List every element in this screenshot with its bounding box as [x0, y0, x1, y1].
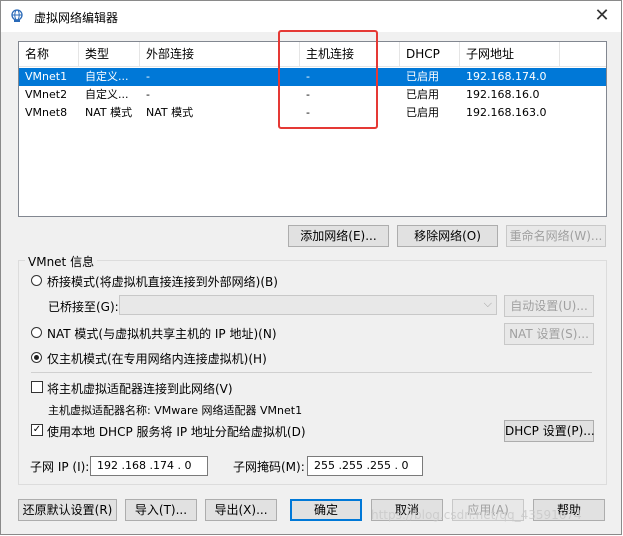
rename-network-button[interactable]: 重命名网络(W)...: [506, 225, 606, 247]
subnet-mask-label: 子网掩码(M):: [233, 460, 305, 474]
chevron-down-icon: ⌵: [483, 297, 492, 310]
adapter-name-text: 主机虚拟适配器名称: VMware 网络适配器 VMnet1: [48, 404, 303, 417]
restore-defaults-button[interactable]: 还原默认设置(R): [18, 499, 117, 521]
nat-radio[interactable]: [31, 327, 42, 338]
vmnet-info-label: VMnet 信息: [25, 253, 98, 270]
bridged-radio[interactable]: [31, 275, 42, 286]
host-only-radio[interactable]: [31, 352, 42, 363]
cell-external: NAT 模式: [146, 106, 194, 119]
bridged-to-label: 已桥接至(G):: [48, 300, 119, 314]
divider: [31, 372, 592, 373]
apply-button[interactable]: 应用(A): [452, 499, 524, 521]
add-network-button[interactable]: 添加网络(E)...: [288, 225, 389, 247]
nat-settings-button[interactable]: NAT 设置(S)...: [504, 323, 594, 345]
cancel-button[interactable]: 取消: [371, 499, 443, 521]
cell-subnet: 192.168.16.0: [466, 88, 540, 101]
export-button[interactable]: 导出(X)...: [205, 499, 277, 521]
import-button[interactable]: 导入(T)...: [125, 499, 197, 521]
cell-name: VMnet1: [25, 70, 68, 83]
cell-name: VMnet8: [25, 106, 68, 119]
list-header: 名称 类型 外部连接 主机连接 DHCP 子网地址: [19, 42, 606, 67]
network-globe-icon: [11, 9, 23, 22]
close-icon[interactable]: ✕: [591, 6, 613, 26]
cell-host: -: [306, 70, 310, 83]
dhcp-settings-button[interactable]: DHCP 设置(P)...: [504, 420, 595, 442]
auto-settings-button[interactable]: 自动设置(U)...: [504, 295, 594, 317]
network-list[interactable]: 名称 类型 外部连接 主机连接 DHCP 子网地址 VMnet1 自定义... …: [18, 41, 607, 217]
table-row-vmnet1[interactable]: VMnet1 自定义... - - 已启用 192.168.174.0: [19, 68, 606, 86]
subnet-mask-input[interactable]: 255 .255 .255 . 0: [307, 456, 423, 476]
column-header-subnet[interactable]: 子网地址: [460, 42, 560, 66]
column-header-type[interactable]: 类型: [79, 42, 140, 66]
cell-type: 自定义...: [85, 70, 129, 83]
cell-subnet: 192.168.163.0: [466, 106, 547, 119]
use-dhcp-checkbox[interactable]: ✓: [31, 424, 43, 436]
host-only-label[interactable]: 仅主机模式(在专用网络内连接虚拟机)(H): [47, 350, 267, 367]
bridged-to-select[interactable]: ⌵: [119, 295, 497, 315]
cell-external: -: [146, 70, 150, 83]
virtual-network-editor-window: 虚拟网络编辑器 ✕ 名称 类型 外部连接 主机连接 DHCP 子网地址 VMne…: [0, 0, 622, 535]
table-row-vmnet2[interactable]: VMnet2 自定义... - - 已启用 192.168.16.0: [19, 86, 606, 104]
cell-type: NAT 模式: [85, 106, 133, 119]
cell-external: -: [146, 88, 150, 101]
cell-host: -: [306, 88, 310, 101]
nat-label[interactable]: NAT 模式(与虚拟机共享主机的 IP 地址)(N): [47, 325, 277, 342]
subnet-ip-label: 子网 IP (I):: [30, 460, 90, 474]
subnet-ip-input[interactable]: 192 .168 .174 . 0: [90, 456, 208, 476]
column-header-dhcp[interactable]: DHCP: [400, 42, 460, 66]
help-button[interactable]: 帮助: [533, 499, 605, 521]
use-dhcp-label[interactable]: 使用本地 DHCP 服务将 IP 地址分配给虚拟机(D): [47, 423, 306, 440]
column-header-host[interactable]: 主机连接: [300, 42, 400, 66]
cell-dhcp: 已启用: [406, 106, 439, 119]
ok-button[interactable]: 确定: [290, 499, 362, 521]
cell-dhcp: 已启用: [406, 88, 439, 101]
cell-dhcp: 已启用: [406, 70, 439, 83]
cell-name: VMnet2: [25, 88, 68, 101]
table-row-vmnet8[interactable]: VMnet8 NAT 模式 NAT 模式 - 已启用 192.168.163.0: [19, 104, 606, 122]
title-bar: 虚拟网络编辑器 ✕: [1, 1, 621, 32]
connect-adapter-checkbox[interactable]: [31, 381, 43, 393]
bridged-label[interactable]: 桥接模式(将虚拟机直接连接到外部网络)(B): [47, 273, 278, 290]
cell-type: 自定义...: [85, 88, 129, 101]
cell-host: -: [306, 106, 310, 119]
column-header-name[interactable]: 名称: [19, 42, 79, 66]
column-header-external[interactable]: 外部连接: [140, 42, 300, 66]
cell-subnet: 192.168.174.0: [466, 70, 547, 83]
window-title: 虚拟网络编辑器: [34, 11, 119, 25]
connect-adapter-label[interactable]: 将主机虚拟适配器连接到此网络(V): [47, 380, 233, 397]
remove-network-button[interactable]: 移除网络(O): [397, 225, 498, 247]
